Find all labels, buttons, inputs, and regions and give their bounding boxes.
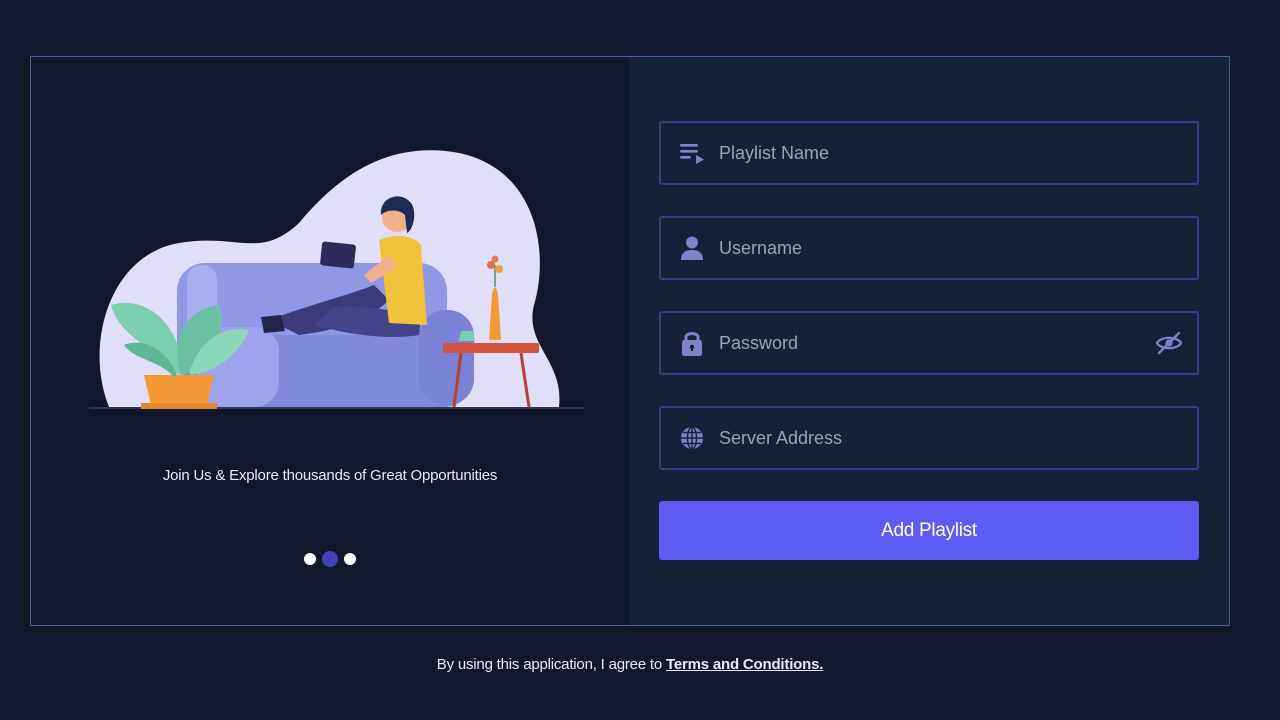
eye-off-icon[interactable] [1155,329,1183,357]
side-table [443,343,539,353]
password-input[interactable] [717,312,1155,374]
server-address-input[interactable] [717,407,1197,469]
tablet [320,241,356,269]
username-field [659,216,1199,280]
carousel-dot[interactable] [344,553,356,565]
add-playlist-button[interactable]: Add Playlist [659,501,1199,560]
plant-pot [144,375,214,405]
terms-text: By using this application, I agree to [436,656,663,673]
playlist-name-input[interactable] [717,122,1197,184]
playlist-card: Join Us & Explore thousands of Great Opp… [30,56,1230,626]
intro-panel: Join Us & Explore thousands of Great Opp… [31,57,629,625]
password-field [659,311,1199,375]
carousel-dot[interactable] [304,553,316,565]
illustration-woman-on-sofa [89,150,584,409]
terms-link[interactable]: Terms and Conditions. [666,656,823,673]
server-address-field [659,406,1199,470]
cup [459,331,475,341]
username-input[interactable] [717,217,1197,279]
terms-footer: By using this application, I agree to Te… [0,656,1260,673]
form-panel: Add Playlist [629,57,1229,625]
tagline: Join Us & Explore thousands of Great Opp… [162,467,498,484]
carousel-dot-active[interactable] [322,551,338,567]
carousel-dots [31,551,629,567]
globe-icon [679,425,705,451]
user-icon [679,235,705,261]
lock-icon [679,330,705,356]
playlist-icon [679,140,705,166]
playlist-name-field [659,121,1199,185]
